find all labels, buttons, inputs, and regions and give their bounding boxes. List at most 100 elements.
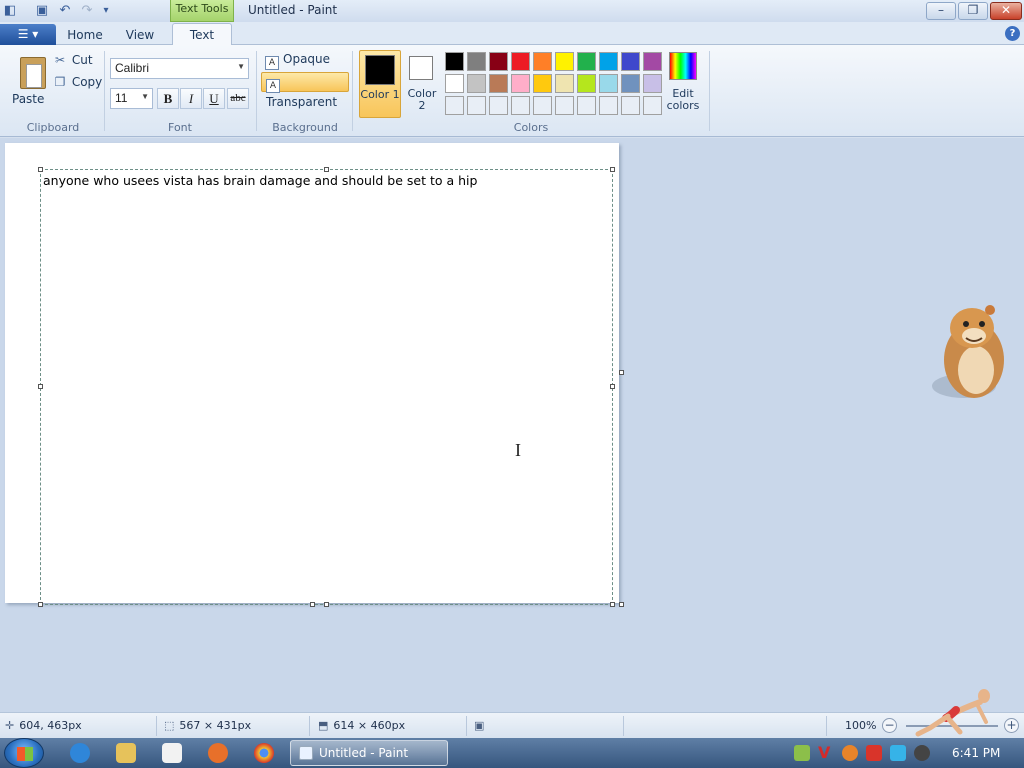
- chrome-icon[interactable]: [254, 743, 274, 763]
- palette-color-swatch[interactable]: [489, 74, 508, 93]
- edit-colors-icon[interactable]: [669, 52, 697, 80]
- paste-button[interactable]: Paste: [6, 49, 48, 106]
- italic-button[interactable]: I: [180, 88, 202, 109]
- explorer-folder-icon[interactable]: [116, 743, 136, 763]
- custom-color-slot[interactable]: [621, 96, 640, 115]
- canvas-resize-handle[interactable]: [619, 602, 624, 607]
- redo-icon[interactable]: ↷: [79, 3, 95, 19]
- color-2-button[interactable]: Color 2: [403, 50, 441, 118]
- palette-color-swatch[interactable]: [577, 74, 596, 93]
- color-1-swatch: [365, 55, 395, 85]
- tray-flag-icon[interactable]: [866, 745, 882, 761]
- paint-menu-button[interactable]: ☰ ▾: [0, 24, 56, 45]
- palette-color-swatch[interactable]: [489, 52, 508, 71]
- tab-text[interactable]: Text: [172, 23, 232, 46]
- tab-home[interactable]: Home: [62, 25, 108, 46]
- edit-colors-label[interactable]: Edit colors: [660, 88, 706, 112]
- strikethrough-button[interactable]: abc: [227, 88, 249, 109]
- canvas-text[interactable]: anyone who usees vista has brain damage …: [43, 173, 477, 188]
- save-icon[interactable]: ▣: [34, 3, 50, 19]
- text-box-selection[interactable]: [40, 169, 613, 605]
- workspace[interactable]: anyone who usees vista has brain damage …: [0, 138, 1024, 712]
- custom-color-slot[interactable]: [445, 96, 464, 115]
- palette-color-swatch[interactable]: [467, 74, 486, 93]
- taskbar: Untitled - Paint V 6:41 PM: [0, 738, 1024, 768]
- custom-color-slot[interactable]: [467, 96, 486, 115]
- palette-color-swatch[interactable]: [621, 52, 640, 71]
- palette-color-swatch[interactable]: [643, 52, 662, 71]
- maximize-button[interactable]: ❐: [958, 2, 988, 20]
- tab-view[interactable]: View: [118, 25, 162, 46]
- zoom-out-button[interactable]: −: [882, 718, 897, 733]
- selection-size-status: ⬚ 567 × 431px: [164, 719, 251, 732]
- resize-handle[interactable]: [610, 384, 615, 389]
- palette-color-swatch[interactable]: [445, 52, 464, 71]
- bold-button[interactable]: B: [157, 88, 179, 109]
- custom-color-slot[interactable]: [533, 96, 552, 115]
- palette-color-swatch[interactable]: [555, 52, 574, 71]
- palette-color-swatch[interactable]: [445, 74, 464, 93]
- cut-button[interactable]: ✂ Cut: [52, 53, 93, 67]
- resize-handle[interactable]: [324, 602, 329, 607]
- crosshair-icon: ✛: [5, 719, 15, 732]
- palette-color-swatch[interactable]: [555, 74, 574, 93]
- font-group-label: Font: [168, 121, 192, 134]
- resize-handle[interactable]: [324, 167, 329, 172]
- taskbar-clock[interactable]: 6:41 PM: [952, 746, 1000, 760]
- text-cursor-icon: I: [515, 440, 521, 460]
- tray-network-icon[interactable]: [890, 745, 906, 761]
- copy-button[interactable]: ❐ Copy: [52, 75, 103, 89]
- color-1-label: Color 1: [360, 88, 400, 101]
- palette-color-swatch[interactable]: [511, 52, 530, 71]
- tray-app-icon[interactable]: [794, 745, 810, 761]
- taskbar-paint-item[interactable]: Untitled - Paint: [290, 740, 448, 766]
- custom-color-slot[interactable]: [555, 96, 574, 115]
- chevron-down-icon: ▼: [141, 92, 149, 101]
- window-title: Untitled - Paint: [248, 3, 338, 17]
- palette-color-swatch[interactable]: [599, 74, 618, 93]
- custom-color-slot[interactable]: [599, 96, 618, 115]
- resize-handle[interactable]: [38, 167, 43, 172]
- tray-volume-icon[interactable]: [914, 745, 930, 761]
- help-icon[interactable]: ?: [1005, 26, 1020, 41]
- font-family-select[interactable]: Calibri ▼: [110, 58, 249, 79]
- ribbon: Paste ✂ Cut ❐ Copy Clipboard Calibri ▼ 1…: [0, 45, 1024, 137]
- resize-handle[interactable]: [38, 602, 43, 607]
- canvas-resize-handle[interactable]: [619, 370, 624, 375]
- media-player-icon[interactable]: [162, 743, 182, 763]
- custom-color-slot[interactable]: [577, 96, 596, 115]
- start-button[interactable]: [4, 738, 44, 768]
- font-size-select[interactable]: 11 ▼: [110, 88, 153, 109]
- resize-handle[interactable]: [610, 602, 615, 607]
- minimize-button[interactable]: –: [926, 2, 956, 20]
- firefox-icon[interactable]: [208, 743, 228, 763]
- custom-color-slot[interactable]: [511, 96, 530, 115]
- tray-search-icon[interactable]: [842, 745, 858, 761]
- paint-app-icon[interactable]: ◧: [2, 3, 18, 19]
- cut-label: Cut: [71, 53, 93, 67]
- palette-color-swatch[interactable]: [599, 52, 618, 71]
- color-2-label: Color 2: [407, 87, 437, 112]
- color-1-button[interactable]: Color 1: [359, 50, 401, 118]
- tray-antivirus-icon[interactable]: V: [818, 745, 834, 761]
- resize-handle[interactable]: [610, 167, 615, 172]
- palette-color-swatch[interactable]: [533, 52, 552, 71]
- transparent-button[interactable]: A Transparent: [261, 72, 349, 109]
- opaque-button[interactable]: A Opaque: [261, 50, 349, 70]
- paint-icon: [299, 746, 313, 760]
- customize-quick-access-icon[interactable]: ▾: [98, 3, 114, 19]
- palette-color-swatch[interactable]: [511, 74, 530, 93]
- palette-color-swatch[interactable]: [577, 52, 596, 71]
- underline-button[interactable]: U: [203, 88, 225, 109]
- resize-handle[interactable]: [38, 384, 43, 389]
- close-button[interactable]: ✕: [990, 2, 1022, 20]
- resize-handle[interactable]: [310, 602, 315, 607]
- status-separator: [826, 716, 827, 736]
- zoom-in-button[interactable]: +: [1004, 718, 1019, 733]
- palette-color-swatch[interactable]: [533, 74, 552, 93]
- internet-explorer-icon[interactable]: [70, 743, 90, 763]
- palette-color-swatch[interactable]: [621, 74, 640, 93]
- palette-color-swatch[interactable]: [467, 52, 486, 71]
- undo-icon[interactable]: ↶: [57, 3, 73, 19]
- custom-color-slot[interactable]: [489, 96, 508, 115]
